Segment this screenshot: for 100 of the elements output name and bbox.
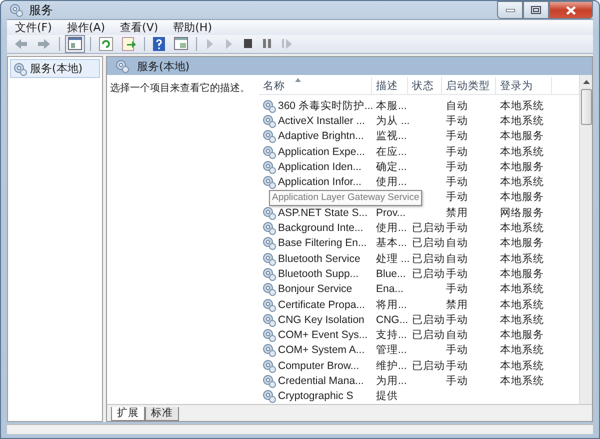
- table-cell: 360 杀毒实时防护...: [278, 98, 374, 113]
- table-cell: 本地系统: [500, 358, 544, 373]
- table-cell: 本地服务: [500, 266, 544, 281]
- table-cell: Cryptographic S: [278, 390, 354, 402]
- tooltip: Application Layer Gateway Service: [269, 190, 422, 206]
- menu-item[interactable]: 查看(V): [120, 20, 158, 35]
- table-cell: Adaptive Brightn...: [278, 130, 364, 142]
- column-header[interactable]: 名称: [259, 77, 372, 94]
- gear-icon: [262, 266, 276, 281]
- description-text: 选择一个项目来查看它的描述。: [110, 82, 251, 95]
- table-cell: 为从 ...: [376, 114, 410, 128]
- table-cell: 为用...: [376, 374, 407, 388]
- column-header[interactable]: 启动类型: [442, 77, 496, 94]
- table-cell: Background Inte...: [278, 222, 364, 234]
- table-cell: Base Filtering En...: [278, 237, 367, 250]
- column-header[interactable]: 状态: [408, 77, 442, 94]
- table-cell: 在应...: [376, 144, 407, 159]
- menu-item[interactable]: 操作(A): [66, 20, 106, 35]
- table-cell: Application Iden...: [278, 160, 362, 173]
- properties-button[interactable]: [171, 35, 191, 53]
- gear-icon: [262, 129, 276, 144]
- table-cell: 提供: [376, 389, 398, 404]
- table-cell: 手动: [446, 374, 468, 388]
- gear-icon: [262, 358, 276, 373]
- maximize-icon: [531, 6, 541, 14]
- table-cell: 自动: [446, 328, 468, 342]
- window-title: 服务: [29, 2, 53, 18]
- table-cell: 本地服务: [500, 129, 544, 144]
- show-tree-button[interactable]: [65, 35, 85, 53]
- table-cell: 本地系统: [500, 175, 544, 190]
- table-cell: 自动: [446, 236, 468, 250]
- column-header[interactable]: 描述: [372, 77, 408, 94]
- panel-header: 服务(本地): [107, 57, 592, 75]
- table-cell: Prov...: [376, 206, 406, 219]
- table-cell: 使用...: [376, 175, 407, 190]
- gear-icon: [262, 206, 276, 220]
- table-cell: 基本...: [376, 236, 407, 250]
- gear-icon: [262, 175, 276, 190]
- gear-icon: [262, 221, 276, 236]
- gear-icon: [262, 114, 276, 128]
- close-button[interactable]: [549, 1, 593, 19]
- properties-icon: [174, 37, 188, 51]
- gear-icon: [262, 343, 276, 358]
- table-cell: ActiveX Installer ...: [278, 114, 365, 127]
- table-cell: 自动: [446, 252, 468, 266]
- show-tree-icon: [68, 37, 82, 51]
- table-cell: 本地系统: [500, 343, 544, 358]
- table-cell: 已启动: [412, 236, 445, 250]
- scrollbar[interactable]: [579, 75, 592, 404]
- table-cell: 手动: [446, 312, 468, 327]
- table-cell: Bonjour Service: [278, 283, 352, 296]
- help-button[interactable]: [150, 35, 168, 53]
- tab[interactable]: 标准: [145, 406, 179, 421]
- table-cell: 手动: [446, 114, 468, 128]
- column-header[interactable]: 登录为: [496, 77, 552, 94]
- table-cell: Blue...: [376, 268, 406, 280]
- gear-icon: [262, 389, 276, 404]
- menu-item[interactable]: 帮助(H): [173, 20, 212, 35]
- table-cell: 手动: [446, 160, 468, 174]
- table-cell: Application Infor...: [278, 176, 362, 188]
- table-cell: 监视...: [376, 129, 407, 144]
- export-icon: [122, 37, 136, 51]
- table-cell: 使用...: [376, 221, 407, 236]
- gear-icon: [115, 59, 129, 73]
- maximize-button[interactable]: [523, 1, 549, 19]
- table-cell: Computer Brow...: [278, 360, 360, 372]
- table-cell: 本地系统: [500, 374, 544, 388]
- table-cell: 手动: [446, 190, 468, 204]
- gear-icon: [262, 252, 276, 266]
- table-cell: 网络服务: [500, 206, 544, 220]
- table-cell: 已启动: [412, 252, 445, 266]
- table-cell: 本服...: [376, 98, 407, 113]
- services-icon: [9, 3, 23, 17]
- gear-icon: [262, 374, 276, 388]
- gear-icon: [262, 328, 276, 342]
- table-cell: 手动: [446, 282, 468, 296]
- table-cell: 禁用: [446, 206, 468, 220]
- scroll-thumb[interactable]: [580, 89, 592, 125]
- play-icon: [205, 37, 215, 51]
- table-cell: 已启动: [412, 312, 445, 327]
- close-icon: [566, 6, 576, 14]
- tree-item[interactable]: 服务(本地): [10, 59, 100, 78]
- table-cell: Credential Mana...: [278, 374, 364, 387]
- table-cell: 手动: [446, 129, 468, 144]
- pause-icon: [262, 37, 272, 51]
- tab[interactable]: 扩展: [111, 406, 145, 421]
- refresh-button[interactable]: [96, 35, 116, 53]
- scroll-up-icon[interactable]: [582, 80, 590, 84]
- menu-item[interactable]: 文件(F): [15, 20, 52, 35]
- table-cell: 本地系统: [500, 114, 544, 128]
- table-cell: 本地服务: [500, 236, 544, 250]
- table-cell: CNG...: [376, 314, 408, 326]
- gear-icon: [262, 298, 276, 312]
- table-cell: Bluetooth Supp...: [278, 268, 359, 280]
- stop-icon: [243, 37, 253, 51]
- gear-icon: [262, 160, 276, 174]
- gear-icon: [262, 236, 276, 250]
- minimize-button[interactable]: [497, 1, 523, 19]
- table-cell: 本地系统: [500, 144, 544, 159]
- table-cell: 已启动: [412, 328, 445, 342]
